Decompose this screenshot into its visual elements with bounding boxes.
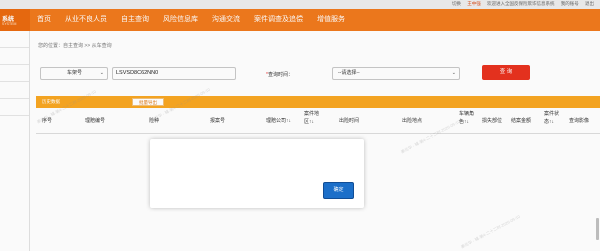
scrollbar-thumb[interactable] [596,218,599,240]
modal-overlay [0,0,600,251]
alert-dialog: 确定 [150,139,364,208]
ok-button[interactable]: 确定 [323,182,354,199]
